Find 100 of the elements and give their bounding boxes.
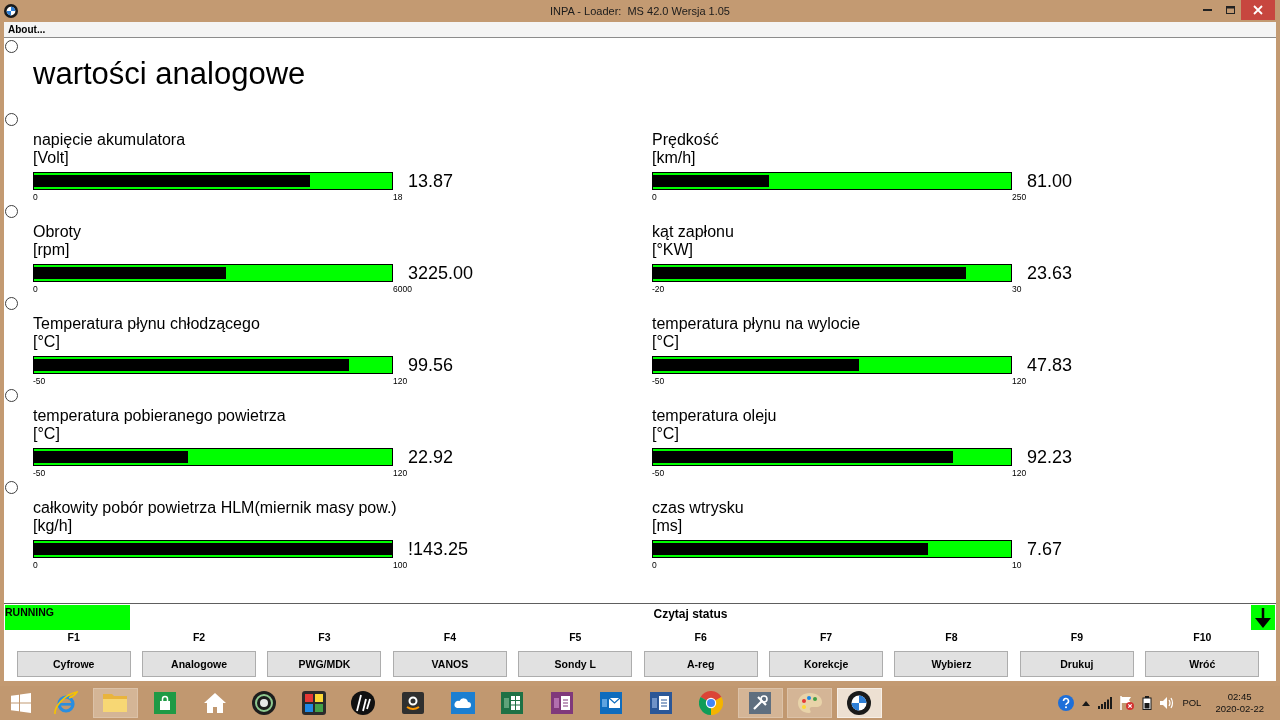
scale-max-label: 120 — [1012, 468, 1027, 479]
reading-value: 99.56 — [408, 355, 454, 375]
flag-icon[interactable] — [1120, 696, 1135, 710]
reading-value: 22.92 — [408, 447, 454, 467]
scale-max-label: 10 — [1012, 560, 1022, 571]
function-key-label: F7 — [819, 630, 833, 644]
radio-button[interactable] — [5, 389, 18, 402]
folder-icon — [103, 694, 128, 712]
function-key-button[interactable]: Cyfrowe — [16, 651, 131, 677]
shopping-bag-icon[interactable] — [154, 692, 176, 714]
scale-min-label: -50 — [652, 376, 665, 387]
signal-bars-icon[interactable] — [1098, 697, 1113, 709]
gauge-label: całkowity pobór powietrza HLM(miernik masy pow.) — [33, 499, 397, 517]
palette-icon — [797, 693, 822, 713]
function-key-button[interactable]: Drukuj — [1019, 651, 1134, 677]
chevron-up-icon[interactable] — [1082, 700, 1091, 706]
spreadsheet-icon[interactable] — [501, 692, 524, 714]
smile-tile-icon[interactable] — [401, 692, 424, 714]
unit-label: [Volt] — [33, 149, 69, 167]
function-key-label: F6 — [694, 630, 707, 644]
function-key-label: F10 — [1193, 630, 1212, 644]
function-key-label: F3 — [318, 630, 331, 644]
home-icon[interactable] — [203, 693, 226, 713]
gauge-label: napięcie akumulatora — [33, 131, 186, 149]
function-key-button[interactable]: Sondy L — [518, 651, 633, 677]
function-key-label: F1 — [67, 630, 80, 644]
reading-value: 7.67 — [1027, 539, 1063, 559]
scale-max-label: 120 — [1012, 376, 1027, 387]
scale-max-label: 30 — [1012, 284, 1022, 295]
gauge-label: Prędkość — [652, 131, 719, 149]
gauge-label: Temperatura płynu chłodzącego — [33, 315, 260, 333]
close-icon — [1253, 5, 1263, 15]
function-key-label: F4 — [443, 630, 456, 644]
scale-max-label: 120 — [393, 468, 408, 479]
speaker-icon[interactable] — [1160, 697, 1175, 709]
radio-button[interactable] — [5, 40, 18, 53]
start-icon[interactable] — [10, 693, 31, 713]
notebook-icon[interactable] — [550, 692, 573, 714]
radio-button[interactable] — [5, 113, 18, 126]
roundel-icon — [847, 691, 872, 715]
function-key-label: F5 — [569, 630, 582, 644]
scale-max-label: 250 — [1012, 192, 1027, 203]
cloud-icon[interactable] — [450, 692, 475, 714]
tools-icon — [749, 692, 772, 714]
scale-max-label: 100 — [393, 560, 408, 571]
radio-button[interactable] — [5, 481, 18, 494]
function-key-button[interactable]: PWG/MDK — [267, 651, 382, 677]
help-icon[interactable] — [1058, 695, 1075, 711]
reading-value: 81.00 — [1027, 171, 1073, 191]
function-key-button[interactable]: Korekcje — [769, 651, 884, 677]
radio-button[interactable] — [5, 205, 18, 218]
radio-button[interactable] — [5, 297, 18, 310]
language-indicator[interactable]: POL — [1182, 697, 1202, 709]
reading-value: 47.83 — [1027, 355, 1073, 375]
reading-value: 3225.00 — [408, 263, 474, 283]
disc-icon[interactable] — [351, 691, 376, 715]
close-button[interactable] — [1241, 0, 1275, 20]
gauge-label: kąt zapłonu — [652, 223, 734, 241]
page-heading: wartości analogowe — [33, 56, 306, 92]
function-key-button[interactable]: VANOS — [392, 651, 507, 677]
gauge-label: temperatura pobieranego powietrza — [33, 407, 286, 425]
unit-label: [°KW] — [652, 241, 694, 259]
gauge-label: czas wtrysku — [652, 499, 744, 517]
minimize-icon — [1202, 9, 1212, 11]
reading-value: 23.63 — [1027, 263, 1073, 283]
scale-min-label: 0 — [652, 192, 657, 203]
gauge-label: Obroty — [33, 223, 81, 241]
unit-label: [ms] — [652, 517, 683, 535]
unit-label: [kg/h] — [33, 517, 73, 535]
segmented-circle-icon[interactable] — [698, 691, 723, 715]
scale-min-label: -20 — [652, 284, 665, 295]
scale-min-label: 0 — [33, 560, 38, 571]
mail-icon[interactable] — [600, 692, 623, 714]
gauge-label: temperatura oleju — [652, 407, 777, 425]
function-key-label: F9 — [1070, 630, 1083, 644]
unit-label: [°C] — [652, 425, 679, 443]
scale-min-label: -50 — [33, 376, 46, 387]
scale-max-label: 18 — [393, 192, 403, 203]
roundel-icon — [4, 4, 18, 18]
maximize-icon — [1225, 6, 1235, 14]
status-message: Czytaj status — [653, 607, 728, 621]
function-key-label: F2 — [192, 630, 206, 644]
scale-min-label: 0 — [33, 284, 38, 295]
gauge-label: temperatura płynu na wylocie — [652, 315, 861, 333]
function-key-button[interactable]: A-reg — [643, 651, 758, 677]
unit-label: [°C] — [33, 425, 60, 443]
document-icon[interactable] — [649, 692, 672, 714]
function-key-button[interactable]: Wybierz — [894, 651, 1009, 677]
lens-icon[interactable] — [252, 691, 277, 715]
battery-icon[interactable] — [1142, 696, 1153, 710]
clock-time: 02:45 — [1227, 691, 1252, 703]
window-title: INPA - Loader: MS 42.0 Wersja 1.05 — [550, 4, 730, 18]
menu-item[interactable]: About... — [8, 23, 46, 36]
function-key-button[interactable]: Analogowe — [142, 651, 257, 677]
scale-max-label: 120 — [393, 376, 408, 387]
reading-value: 13.87 — [408, 171, 454, 191]
puzzle-icon[interactable] — [301, 691, 326, 715]
function-key-button[interactable]: Wróć — [1145, 651, 1260, 677]
reading-value: !143.25 — [408, 539, 469, 559]
unit-label: [rpm] — [33, 241, 70, 259]
